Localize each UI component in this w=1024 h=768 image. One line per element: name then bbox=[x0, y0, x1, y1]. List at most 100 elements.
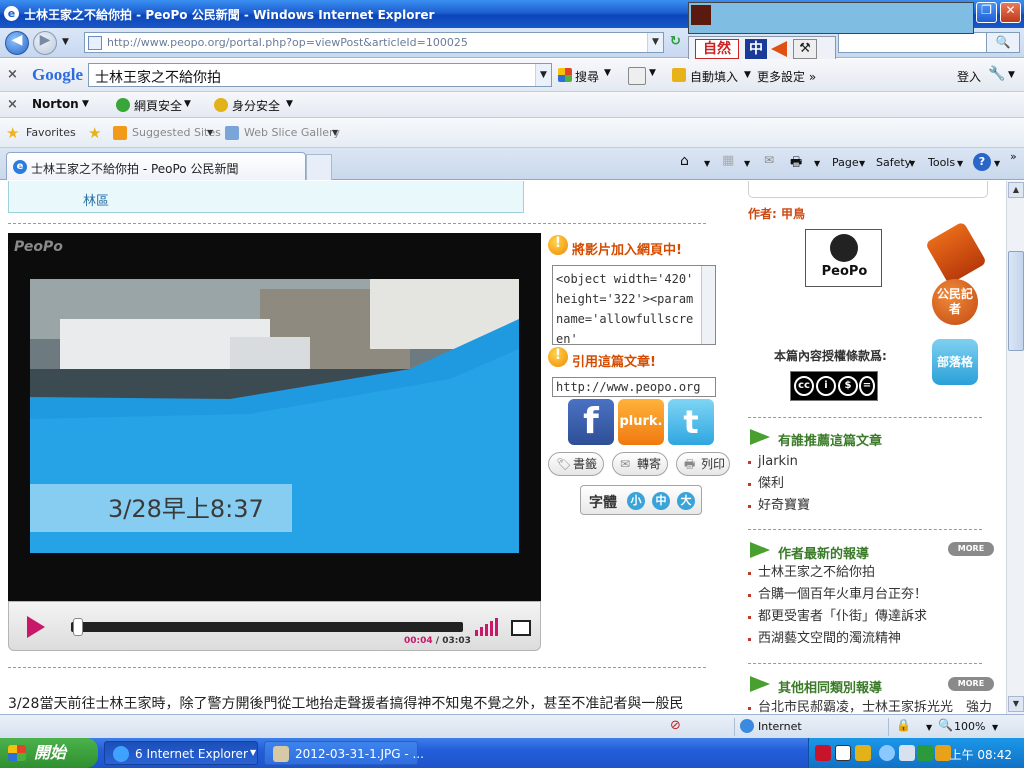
web-slice-dropdown[interactable]: ▼ bbox=[332, 128, 338, 137]
web-safety-dropdown[interactable]: ▼ bbox=[184, 99, 191, 109]
play-icon[interactable] bbox=[27, 616, 45, 638]
chevron-right-icon[interactable]: » bbox=[1010, 150, 1017, 163]
scroll-down-icon[interactable]: ▼ bbox=[1008, 696, 1024, 712]
ime-tools-icon[interactable]: ⚒ bbox=[793, 39, 817, 59]
help-tray-icon[interactable] bbox=[835, 745, 851, 761]
wrench-icon[interactable]: 🔧 bbox=[988, 66, 1005, 82]
home-dropdown[interactable]: ▼ bbox=[704, 159, 710, 168]
new-tab-button[interactable] bbox=[306, 154, 332, 180]
close-button[interactable]: ✕ bbox=[1000, 2, 1021, 23]
cite-url-field[interactable]: http://www.peopo.org bbox=[552, 377, 716, 397]
feeds-icon[interactable]: ▦ bbox=[722, 153, 734, 168]
back-button[interactable]: ◀ bbox=[5, 31, 29, 55]
bookmark-button[interactable]: 🏷 書籤 bbox=[548, 452, 604, 476]
blog-badge[interactable]: 部落格 bbox=[932, 339, 978, 385]
font-large-button[interactable]: 大 bbox=[677, 492, 695, 510]
volume-bar-2[interactable] bbox=[480, 627, 483, 636]
list-item[interactable]: 合購一個百年火車月台正夯！ bbox=[748, 584, 927, 606]
close-toolbar-icon[interactable]: × bbox=[7, 67, 18, 82]
protected-mode-dropdown[interactable]: ▼ bbox=[926, 723, 932, 732]
page-tools-dropdown[interactable]: ▼ bbox=[649, 68, 656, 78]
zoom-level[interactable]: 100% bbox=[954, 720, 985, 733]
protected-mode-icon[interactable]: 🔒 bbox=[896, 718, 911, 732]
ime-mode[interactable]: 中 bbox=[745, 39, 767, 59]
security-tray-icon[interactable] bbox=[917, 745, 933, 761]
close-norton-icon[interactable]: × bbox=[7, 97, 18, 112]
address-dropdown-icon[interactable]: ▼ bbox=[647, 33, 663, 52]
suggested-sites-dropdown[interactable]: ▼ bbox=[207, 128, 213, 137]
facebook-button[interactable]: f bbox=[568, 399, 614, 445]
volume-bar-4[interactable] bbox=[490, 621, 493, 636]
identity-safety-button[interactable]: 身分安全 bbox=[232, 97, 280, 114]
start-button[interactable]: 開始 bbox=[0, 738, 98, 768]
mail-icon[interactable]: ✉ bbox=[764, 153, 774, 167]
wrench-dropdown[interactable]: ▼ bbox=[1008, 70, 1015, 80]
page-menu-dropdown[interactable]: ▼ bbox=[859, 159, 865, 168]
refresh-icon[interactable]: ↻ bbox=[670, 34, 684, 50]
page-scrollbar[interactable]: ▲ ▼ bbox=[1006, 181, 1024, 714]
embed-code-box[interactable]: <object width='420' height='322'><param … bbox=[552, 265, 716, 345]
network-tray-icon[interactable] bbox=[899, 745, 915, 761]
help-icon[interactable]: ? bbox=[973, 153, 991, 171]
page-tools-icon[interactable] bbox=[628, 67, 646, 85]
tab-current[interactable]: e 士林王家之不給你拍 - PeoPo 公民新聞 bbox=[6, 152, 306, 180]
ie-search-button[interactable]: 🔍 bbox=[986, 32, 1020, 53]
avatar[interactable]: PeoPo bbox=[805, 229, 882, 287]
ie-search-input[interactable] bbox=[838, 32, 988, 53]
safety-menu[interactable]: Safety bbox=[876, 156, 911, 169]
list-item[interactable]: 都更受害者「仆街」傳達訴求 bbox=[748, 606, 927, 628]
keyboard-tray-icon[interactable] bbox=[855, 745, 871, 761]
zoom-dropdown[interactable]: ▼ bbox=[992, 723, 998, 732]
print-button[interactable]: 🖶 列印 bbox=[676, 452, 730, 476]
scroll-thumb[interactable] bbox=[1008, 251, 1024, 351]
web-slice-gallery-link[interactable]: Web Slice Gallery bbox=[244, 126, 340, 139]
history-dropdown-icon[interactable]: ▼ bbox=[62, 37, 69, 47]
print-icon[interactable]: 🖶 bbox=[790, 153, 802, 175]
favorites-button[interactable]: Favorites bbox=[26, 126, 76, 139]
volume-bar-1[interactable] bbox=[475, 630, 478, 636]
taskbar-group-dropdown[interactable]: ▼ bbox=[250, 748, 256, 757]
taskbar-photo-button[interactable]: 2012-03-31-1.JPG - ... bbox=[264, 741, 424, 765]
twitter-button[interactable]: t bbox=[668, 399, 714, 445]
more-button[interactable]: MORE bbox=[948, 542, 994, 556]
norton-dropdown[interactable]: ▼ bbox=[82, 99, 89, 109]
ime-label[interactable]: 自然 bbox=[695, 39, 739, 59]
author-name[interactable]: 作者: 甲鳥 bbox=[748, 205, 805, 222]
arrow-left-tray-icon[interactable] bbox=[879, 745, 895, 761]
safety-menu-dropdown[interactable]: ▼ bbox=[909, 159, 915, 168]
web-safety-button[interactable]: 網頁安全 bbox=[134, 97, 182, 114]
list-item[interactable]: 士林王家之不給你拍 bbox=[748, 562, 927, 584]
home-icon[interactable]: ⌂ bbox=[680, 153, 689, 169]
cc-license-badge[interactable]: cc i $ = bbox=[790, 371, 878, 401]
taskbar-ie-button[interactable]: 6 Internet Explorer bbox=[104, 741, 258, 765]
embed-scrollbar[interactable] bbox=[701, 266, 715, 344]
google-search-input[interactable]: 士林王家之不給你拍 ▼ bbox=[88, 63, 552, 87]
volume-bar-5[interactable] bbox=[495, 618, 498, 636]
google-search-button[interactable]: 搜尋 bbox=[575, 68, 599, 85]
print-dropdown[interactable]: ▼ bbox=[814, 159, 820, 168]
ime-tray-icon[interactable] bbox=[815, 745, 831, 761]
list-item[interactable]: jlarkin bbox=[748, 451, 810, 473]
scroll-up-icon[interactable]: ▲ bbox=[1008, 182, 1024, 198]
forward-button[interactable]: ▶ bbox=[33, 31, 57, 55]
list-item[interactable]: 好奇寶寶 bbox=[748, 495, 810, 517]
font-medium-button[interactable]: 中 bbox=[652, 492, 670, 510]
fullscreen-icon[interactable] bbox=[511, 620, 531, 636]
autofill-dropdown[interactable]: ▼ bbox=[744, 70, 751, 80]
seek-handle[interactable] bbox=[73, 618, 83, 636]
tools-menu[interactable]: Tools bbox=[928, 156, 955, 169]
tools-menu-dropdown[interactable]: ▼ bbox=[957, 159, 963, 168]
list-item[interactable]: 傑利 bbox=[748, 473, 810, 495]
login-button[interactable]: 登入 bbox=[957, 68, 981, 85]
plurk-button[interactable]: plurk. bbox=[618, 399, 664, 445]
help-dropdown[interactable]: ▼ bbox=[994, 159, 1000, 168]
video-frame[interactable]: 3/28早上8:37 bbox=[30, 279, 519, 553]
google-search-dropdown-icon[interactable]: ▼ bbox=[535, 64, 551, 86]
more-settings-button[interactable]: 更多設定 » bbox=[757, 68, 816, 85]
font-small-button[interactable]: 小 bbox=[627, 492, 645, 510]
list-item[interactable]: 台北市民郝霸凌，士林王家拆光光 強力 bbox=[748, 697, 992, 714]
autofill-button[interactable]: 自動填入 bbox=[690, 68, 738, 85]
forward-button-share[interactable]: ✉ 轉寄 bbox=[612, 452, 668, 476]
more-button[interactable]: MORE bbox=[948, 677, 994, 691]
update-tray-icon[interactable] bbox=[935, 745, 951, 761]
